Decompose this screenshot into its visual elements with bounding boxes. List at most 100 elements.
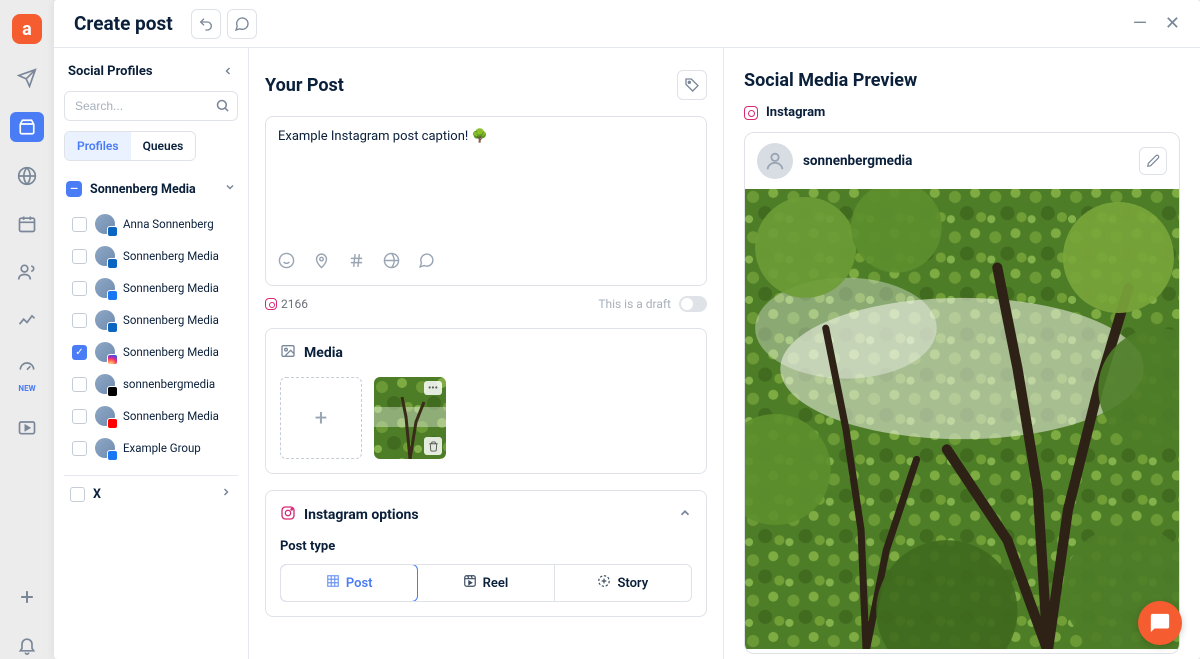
checkbox[interactable] xyxy=(70,487,85,502)
preview-heading: Social Media Preview xyxy=(744,70,1180,91)
undo-button[interactable] xyxy=(191,9,221,39)
workspace-row[interactable]: — Sonnenberg Media xyxy=(64,175,238,203)
search-input[interactable] xyxy=(64,91,238,121)
instagram-icon xyxy=(265,298,277,310)
profile-tabs: Profiles Queues xyxy=(64,131,196,161)
media-icon xyxy=(280,343,296,363)
rail-globe-icon[interactable] xyxy=(13,162,41,190)
avatar xyxy=(95,310,115,330)
rail-analytics-icon[interactable] xyxy=(13,306,41,334)
profile-row[interactable]: Sonnenberg Media xyxy=(70,273,238,303)
profile-row[interactable]: Sonnenberg Media xyxy=(70,305,238,335)
workspace-name: X xyxy=(93,487,101,502)
avatar xyxy=(757,143,793,179)
checkbox[interactable] xyxy=(72,441,87,456)
post-heading: Your Post xyxy=(265,75,344,96)
app-logo[interactable]: a xyxy=(12,14,42,44)
profile-row[interactable]: Sonnenberg Media xyxy=(70,241,238,271)
create-post-modal: Create post — ✕ Social Profiles Profiles… xyxy=(54,0,1200,659)
checkbox[interactable] xyxy=(72,313,87,328)
media-thumbnail[interactable]: ••• xyxy=(374,377,446,459)
facebook-badge-icon xyxy=(107,290,118,301)
ig-options-heading: Instagram options xyxy=(304,507,419,523)
workspace-row-collapsed[interactable]: X xyxy=(64,475,238,512)
post-type-reel[interactable]: Reel xyxy=(417,565,554,601)
rail-send-icon[interactable] xyxy=(13,64,41,92)
rail-add-icon[interactable] xyxy=(13,583,41,611)
profile-row[interactable]: Example Group xyxy=(70,433,238,463)
avatar xyxy=(95,214,115,234)
media-card: Media + ••• xyxy=(265,328,707,474)
avatar xyxy=(95,438,115,458)
profile-row[interactable]: sonnenbergmedia xyxy=(70,369,238,399)
location-icon[interactable] xyxy=(313,252,330,273)
profile-name: Anna Sonnenberg xyxy=(123,217,214,231)
profile-name: Sonnenberg Media xyxy=(123,281,219,295)
caption-text[interactable]: Example Instagram post caption! 🌳 xyxy=(278,129,694,244)
close-button[interactable]: ✕ xyxy=(1165,13,1180,34)
workspace-name: Sonnenberg Media xyxy=(90,182,196,197)
chevron-down-icon xyxy=(224,181,236,197)
chat-bubble-button[interactable] xyxy=(1138,601,1182,645)
checkbox[interactable] xyxy=(72,217,87,232)
post-type-post[interactable]: Post xyxy=(280,564,418,602)
profile-row[interactable]: Anna Sonnenberg xyxy=(70,209,238,239)
profiles-heading: Social Profiles xyxy=(68,64,153,79)
collapse-profiles-button[interactable] xyxy=(222,62,234,81)
templates-button[interactable] xyxy=(227,9,257,39)
checkbox[interactable] xyxy=(72,377,87,392)
checkbox[interactable] xyxy=(72,249,87,264)
avatar xyxy=(95,406,115,426)
media-delete-button[interactable] xyxy=(424,437,442,455)
grid-icon xyxy=(326,574,340,592)
rail-bell-icon[interactable] xyxy=(13,631,41,659)
tag-button[interactable] xyxy=(677,70,707,100)
preview-card: sonnenbergmedia xyxy=(744,132,1180,654)
checkbox[interactable]: ✓ xyxy=(72,345,87,360)
collapse-icon[interactable] xyxy=(678,506,692,524)
avatar xyxy=(95,342,115,362)
post-type-story[interactable]: Story xyxy=(555,565,691,601)
globe-icon[interactable] xyxy=(383,252,400,273)
media-more-button[interactable]: ••• xyxy=(424,381,442,395)
tab-profiles[interactable]: Profiles xyxy=(65,132,131,160)
modal-title: Create post xyxy=(74,12,173,35)
profile-row[interactable]: ✓Sonnenberg Media xyxy=(70,337,238,367)
profile-name: Sonnenberg Media xyxy=(123,313,219,327)
char-count: 2166 xyxy=(265,297,308,311)
linkedin-badge-icon xyxy=(107,258,118,269)
emoji-icon[interactable] xyxy=(278,252,295,273)
draft-toggle[interactable] xyxy=(679,296,707,312)
tiktok-badge-icon xyxy=(107,386,118,397)
hashtag-icon[interactable] xyxy=(348,252,365,273)
editor-toolbar xyxy=(278,252,694,273)
checkbox[interactable] xyxy=(72,409,87,424)
preview-network-label: Instagram xyxy=(766,105,825,120)
media-heading: Media xyxy=(304,345,343,361)
checkbox[interactable] xyxy=(72,281,87,296)
comment-icon[interactable] xyxy=(418,252,435,273)
add-media-button[interactable]: + xyxy=(280,377,362,459)
profiles-panel: Social Profiles Profiles Queues — Sonnen… xyxy=(54,48,249,659)
app-rail: a NEW xyxy=(0,0,54,659)
workspace-checkbox[interactable]: — xyxy=(66,181,82,197)
rail-people-icon[interactable] xyxy=(13,258,41,286)
rail-video-icon[interactable] xyxy=(13,413,41,441)
minimize-button[interactable]: — xyxy=(1133,13,1147,34)
modal-header: Create post — ✕ xyxy=(54,0,1200,48)
avatar xyxy=(95,246,115,266)
tab-queues[interactable]: Queues xyxy=(131,132,196,160)
rail-inbox-icon[interactable] xyxy=(10,112,44,142)
profile-name: sonnenbergmedia xyxy=(123,377,215,391)
profile-row[interactable]: Sonnenberg Media xyxy=(70,401,238,431)
preview-panel: Social Media Preview Instagram sonnenber… xyxy=(724,48,1200,659)
edit-preview-button[interactable] xyxy=(1139,147,1167,175)
post-panel: Your Post Example Instagram post caption… xyxy=(249,48,724,659)
post-type-label: Post type xyxy=(280,539,692,554)
rail-calendar-icon[interactable] xyxy=(13,210,41,238)
chevron-right-icon xyxy=(220,486,232,502)
preview-image xyxy=(745,189,1179,649)
caption-editor[interactable]: Example Instagram post caption! 🌳 xyxy=(265,116,707,286)
instagram-icon xyxy=(744,106,758,120)
rail-dashboard-icon[interactable] xyxy=(13,354,41,382)
